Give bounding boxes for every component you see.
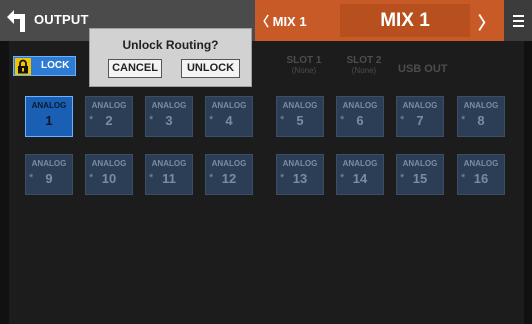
next-mix-button[interactable]: 〉: [478, 9, 495, 34]
channel-type-label: ANALOG: [402, 159, 438, 168]
channel-number: 4: [225, 113, 233, 128]
channel-button-analog-7[interactable]: ANALOG * 7: [396, 96, 444, 137]
channel-type-label: ANALOG: [31, 101, 67, 110]
prev-mix-button[interactable]: 〈 MIX 1: [256, 11, 307, 30]
channel-type-label: ANALOG: [31, 159, 67, 168]
channel-button-analog-4[interactable]: ANALOG * 4: [205, 96, 253, 137]
channel-number: 14: [352, 171, 368, 186]
unlock-routing-dialog: Unlock Routing? CANCEL UNLOCK: [89, 28, 252, 87]
back-arrow-icon: [7, 10, 25, 32]
back-button[interactable]: [5, 8, 29, 34]
channel-type-label: ANALOG: [342, 159, 378, 168]
screen: OUTPUT 〈 MIX 1 MIX 1 〉 LOCK SLOT 1 (None…: [0, 0, 532, 324]
channel-number: 12: [221, 171, 237, 186]
menu-button[interactable]: [504, 0, 532, 41]
channel-button-analog-11[interactable]: ANALOG * 11: [145, 154, 193, 195]
channel-number: 9: [45, 171, 53, 186]
tab-sublabel: (None): [291, 66, 317, 75]
channel-number: 13: [292, 171, 308, 186]
channel-type-label: ANALOG: [463, 159, 499, 168]
tab-sublabel: (None): [351, 66, 377, 75]
dialog-title: Unlock Routing?: [122, 38, 219, 52]
tab-slot-2[interactable]: SLOT 2 (None): [342, 55, 386, 75]
channel-type-label: ANALOG: [342, 101, 378, 110]
channel-button-analog-13[interactable]: ANALOG * 13: [276, 154, 324, 195]
channel-number: 16: [473, 171, 489, 186]
channel-button-analog-12[interactable]: ANALOG * 12: [205, 154, 253, 195]
channel-button-analog-10[interactable]: ANALOG * 10: [85, 154, 133, 195]
current-mix-label: MIX 1: [340, 4, 470, 37]
channel-button-analog-15[interactable]: ANALOG * 15: [396, 154, 444, 195]
channel-number: 1: [45, 113, 53, 128]
channel-type-label: ANALOG: [91, 101, 127, 110]
channel-number: 5: [296, 113, 304, 128]
channel-number: 7: [416, 113, 424, 128]
channel-button-analog-1[interactable]: ANALOG 1: [25, 96, 73, 137]
unlock-button[interactable]: UNLOCK: [181, 59, 240, 78]
channel-number: 8: [477, 113, 485, 128]
channel-type-label: ANALOG: [282, 101, 318, 110]
channel-type-label: ANALOG: [151, 159, 187, 168]
channel-number: 3: [165, 113, 173, 128]
channel-button-analog-2[interactable]: ANALOG * 2: [85, 96, 133, 137]
tab-slot-1[interactable]: SLOT 1 (None): [282, 55, 326, 75]
channel-button-analog-3[interactable]: ANALOG * 3: [145, 96, 193, 137]
channel-number: 10: [101, 171, 117, 186]
channel-number: 11: [162, 171, 176, 186]
lock-label: LOCK: [41, 60, 70, 71]
cancel-button[interactable]: CANCEL: [108, 59, 162, 78]
channel-number: 15: [412, 171, 428, 186]
channel-button-analog-14[interactable]: ANALOG * 14: [336, 154, 384, 195]
channel-button-analog-16[interactable]: ANALOG * 16: [457, 154, 505, 195]
channel-type-label: ANALOG: [463, 101, 499, 110]
channel-type-label: ANALOG: [402, 101, 438, 110]
channel-button-analog-6[interactable]: ANALOG * 6: [336, 96, 384, 137]
tab-label: SLOT 1: [286, 55, 322, 66]
padlock-icon: [15, 58, 31, 75]
channel-button-analog-5[interactable]: ANALOG * 5: [276, 96, 324, 137]
channel-button-analog-8[interactable]: ANALOG * 8: [457, 96, 505, 137]
channel-type-label: ANALOG: [282, 159, 318, 168]
channel-number: 2: [105, 113, 113, 128]
channel-button-analog-9[interactable]: ANALOG * 9: [25, 154, 73, 195]
channel-number: 6: [356, 113, 364, 128]
channel-type-label: ANALOG: [91, 159, 127, 168]
page-title: OUTPUT: [34, 12, 89, 27]
channel-type-label: ANALOG: [211, 101, 247, 110]
lock-button[interactable]: LOCK: [13, 56, 76, 76]
tab-label: SLOT 2: [346, 55, 382, 66]
tab-usb-out[interactable]: USB OUT: [398, 63, 448, 75]
channel-type-label: ANALOG: [211, 159, 247, 168]
channel-type-label: ANALOG: [151, 101, 187, 110]
